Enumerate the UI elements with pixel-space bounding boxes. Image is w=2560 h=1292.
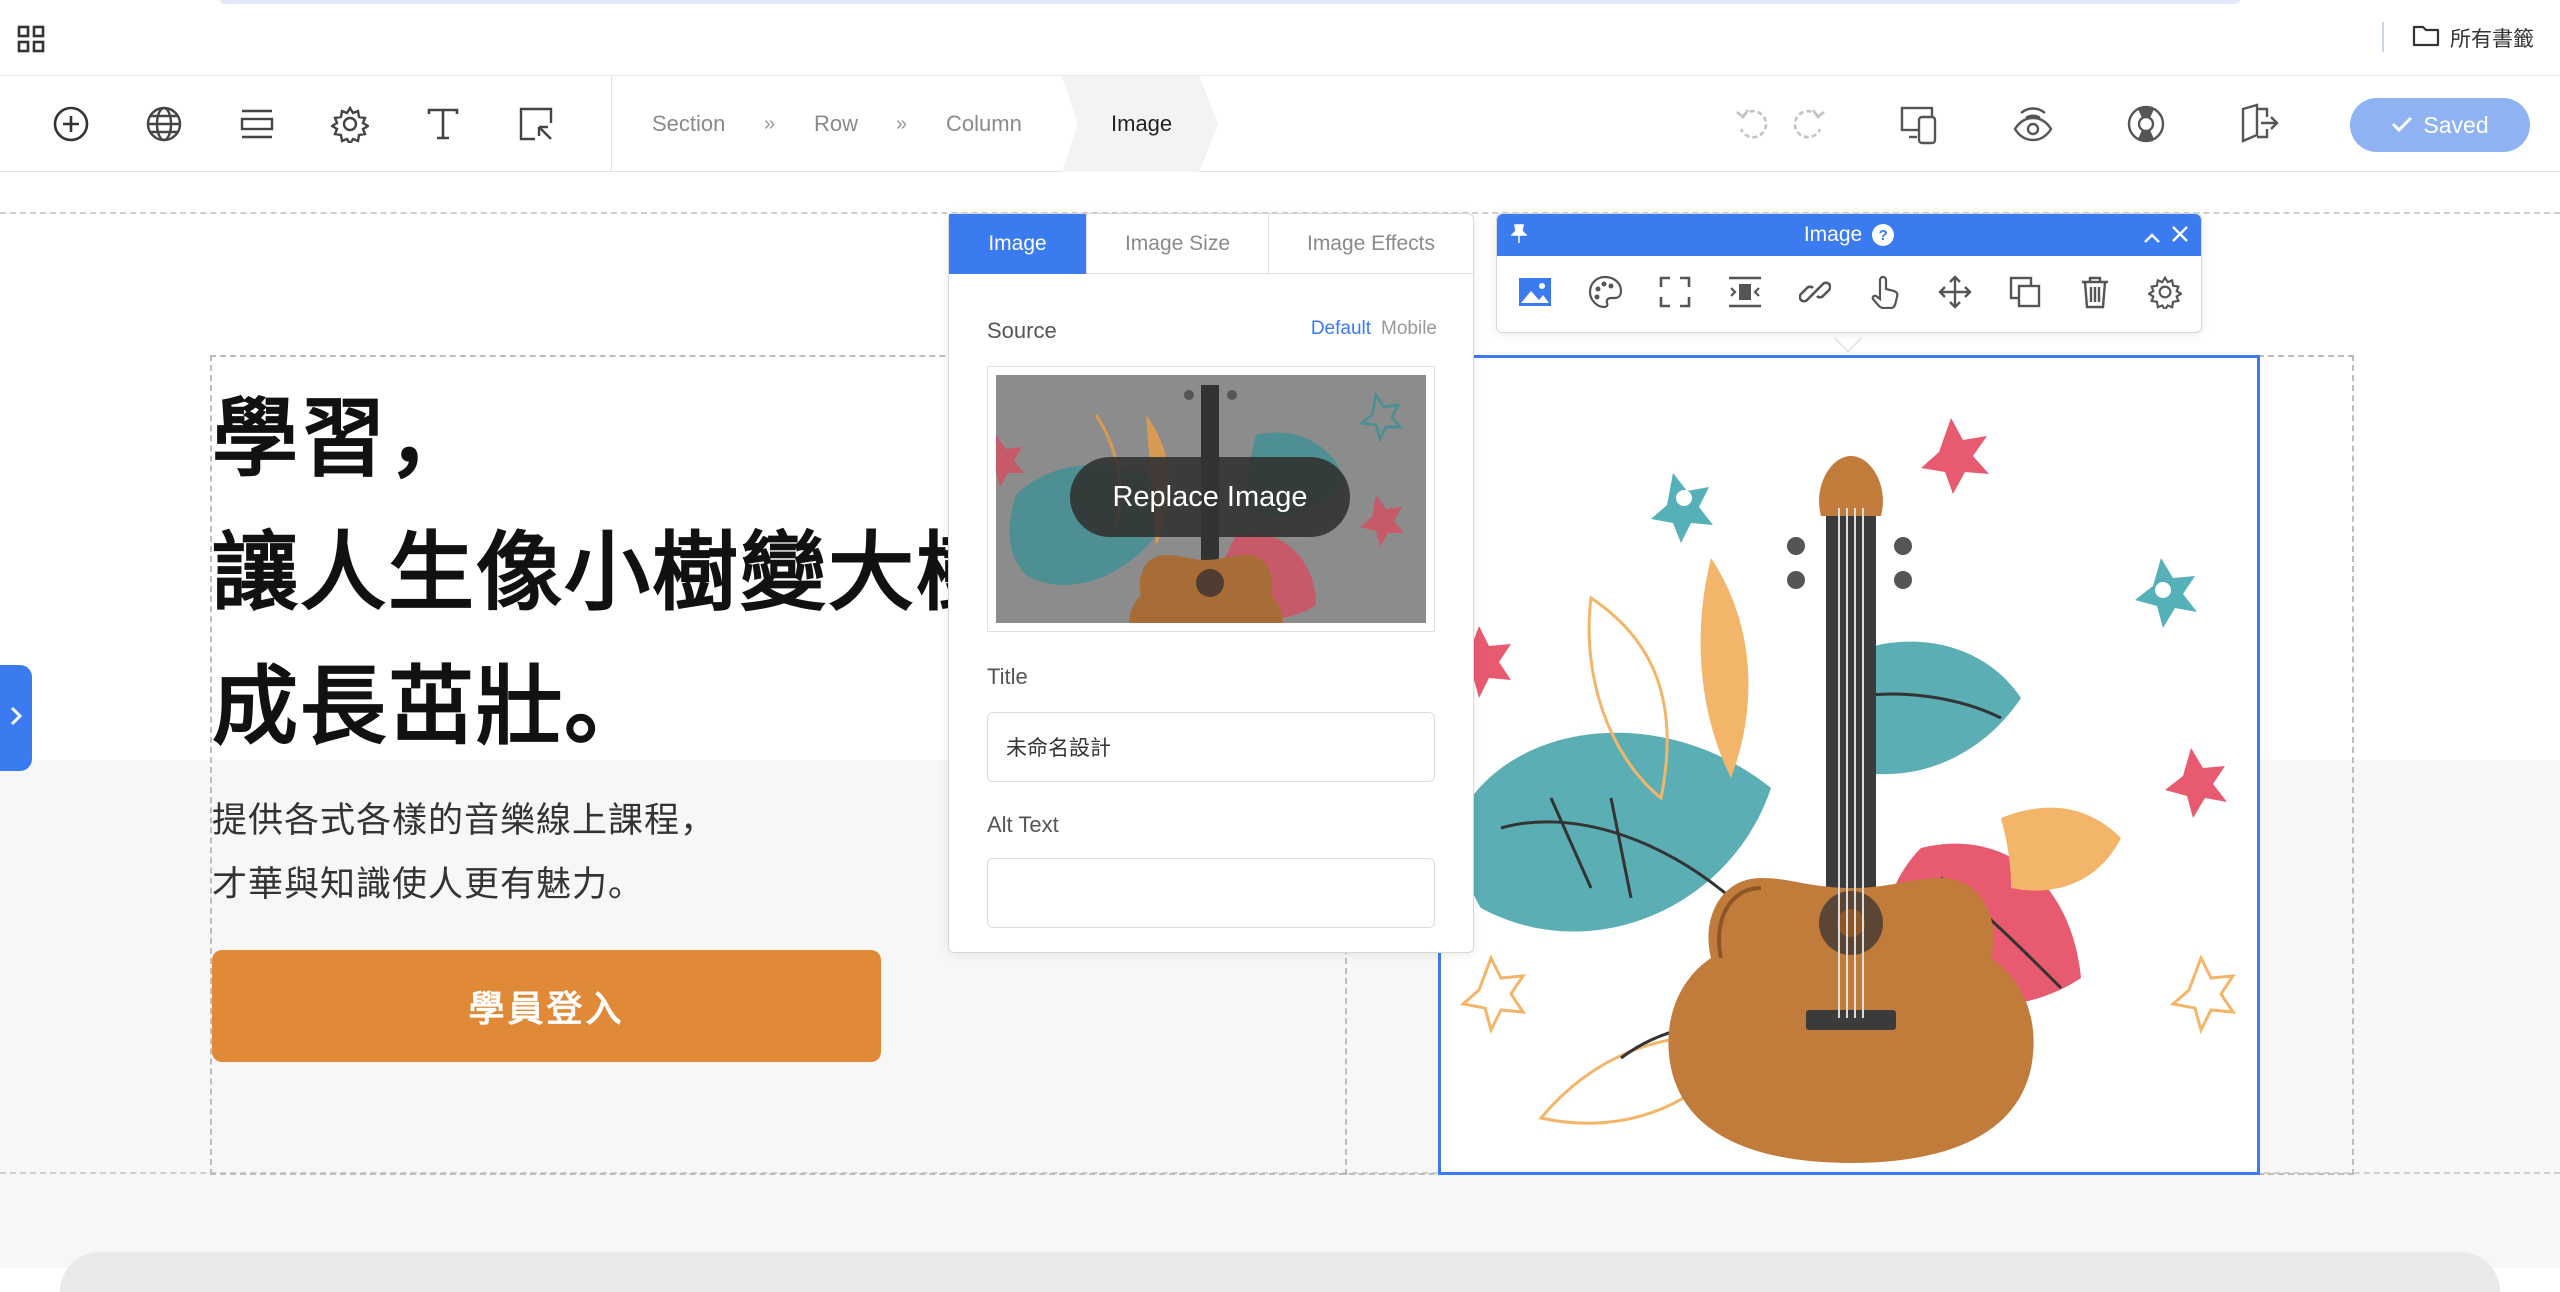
tab-image-size[interactable]: Image Size — [1087, 214, 1269, 274]
source-label: Source — [987, 318, 1057, 343]
settings-icon[interactable] — [2145, 272, 2185, 312]
breadcrumb-row[interactable]: Row — [814, 76, 858, 172]
alt-text-label: Alt Text — [987, 812, 1059, 837]
ukulele-illustration — [1451, 418, 2236, 1163]
source-default-option[interactable]: Default — [1311, 318, 1371, 340]
replace-image-button[interactable]: Replace Image — [1070, 457, 1350, 537]
source-device-toggle: Default Mobile — [1311, 318, 1437, 340]
next-section-card — [60, 1252, 2500, 1292]
image-icon[interactable] — [1515, 272, 1555, 312]
headline-line-1[interactable]: 學習， — [212, 368, 476, 493]
preview-eye-icon[interactable] — [2009, 100, 2057, 148]
image-settings-panel: Image Image Size Image Effects Source De… — [948, 213, 1474, 953]
subtitle-line-2[interactable]: 才華與知識使人更有魅力。 — [212, 856, 644, 907]
folder-icon — [2412, 23, 2440, 53]
duplicate-icon[interactable] — [2005, 272, 2045, 312]
bookmark-divider — [2382, 22, 2384, 52]
breadcrumb-separator: » — [896, 112, 908, 135]
tab-image[interactable]: Image — [949, 214, 1087, 274]
image-toolbar-title: Image — [1803, 223, 1863, 246]
panel-tabs: Image Image Size Image Effects — [949, 214, 1473, 274]
check-icon — [2391, 112, 2413, 139]
source-thumbnail: Replace Image — [996, 375, 1426, 623]
saved-button[interactable]: Saved — [2350, 98, 2530, 152]
breadcrumb-column[interactable]: Column — [946, 76, 1022, 172]
builder-toolbar: Section » Row » Column Image Saved — [0, 76, 2560, 172]
tab-image-effects[interactable]: Image Effects — [1269, 214, 1473, 274]
pointer-hand-icon[interactable] — [1865, 272, 1905, 312]
all-bookmarks-button[interactable]: 所有書籤 — [2412, 20, 2534, 56]
browser-tab-edge — [220, 0, 2240, 4]
sidebar-toggle[interactable] — [0, 665, 32, 771]
title-label: Title — [987, 664, 1028, 689]
bookmark-bar: 所有書籤 — [0, 0, 2560, 76]
redo-icon[interactable] — [1784, 100, 1832, 148]
headline-line-3[interactable]: 成長茁壯。 — [212, 636, 652, 761]
align-icon[interactable] — [1725, 272, 1765, 312]
palette-icon[interactable] — [1585, 272, 1625, 312]
link-icon[interactable] — [1795, 272, 1835, 312]
breadcrumb-image[interactable]: Image — [1111, 76, 1172, 172]
layout-rows-icon[interactable] — [233, 100, 281, 148]
text-icon[interactable] — [419, 100, 467, 148]
globe-icon[interactable] — [140, 100, 188, 148]
chevron-right-icon — [9, 705, 23, 732]
select-element-icon[interactable] — [512, 100, 560, 148]
fullscreen-icon[interactable] — [1655, 272, 1695, 312]
apps-grid-icon[interactable] — [16, 24, 46, 54]
title-input[interactable]: 未命名設計 — [987, 712, 1435, 782]
help-icon[interactable]: ? — [1872, 224, 1895, 246]
selected-image[interactable] — [1438, 355, 2260, 1175]
image-element-toolbar: Image ? — [1496, 213, 2202, 333]
close-icon[interactable] — [2171, 225, 2189, 249]
gear-icon[interactable] — [326, 100, 374, 148]
all-bookmarks-label: 所有書籤 — [2450, 28, 2534, 51]
alt-text-input[interactable] — [987, 858, 1435, 928]
toolbar-divider — [611, 76, 612, 172]
source-mobile-option[interactable]: Mobile — [1381, 318, 1437, 340]
image-toolbar-header[interactable]: Image ? — [1497, 214, 2201, 256]
undo-icon[interactable] — [1729, 100, 1777, 148]
breadcrumb-separator: » — [764, 112, 776, 135]
move-icon[interactable] — [1935, 272, 1975, 312]
help-lifebuoy-icon[interactable] — [2122, 100, 2170, 148]
headline-line-2[interactable]: 讓人生像小樹變大樹 — [212, 502, 1004, 627]
responsive-preview-icon[interactable] — [1896, 100, 1944, 148]
saved-label: Saved — [2423, 111, 2489, 138]
trash-icon[interactable] — [2075, 272, 2115, 312]
breadcrumb-section[interactable]: Section — [652, 76, 725, 172]
collapse-icon[interactable] — [2143, 226, 2161, 250]
source-preview-frame: Replace Image — [987, 366, 1435, 632]
subtitle-line-1[interactable]: 提供各式各樣的音樂線上課程， — [212, 792, 716, 843]
pin-icon[interactable] — [1510, 224, 1528, 250]
student-login-button[interactable]: 學員登入 — [212, 950, 881, 1062]
plus-circle-icon[interactable] — [47, 100, 95, 148]
exit-icon[interactable] — [2234, 100, 2282, 148]
